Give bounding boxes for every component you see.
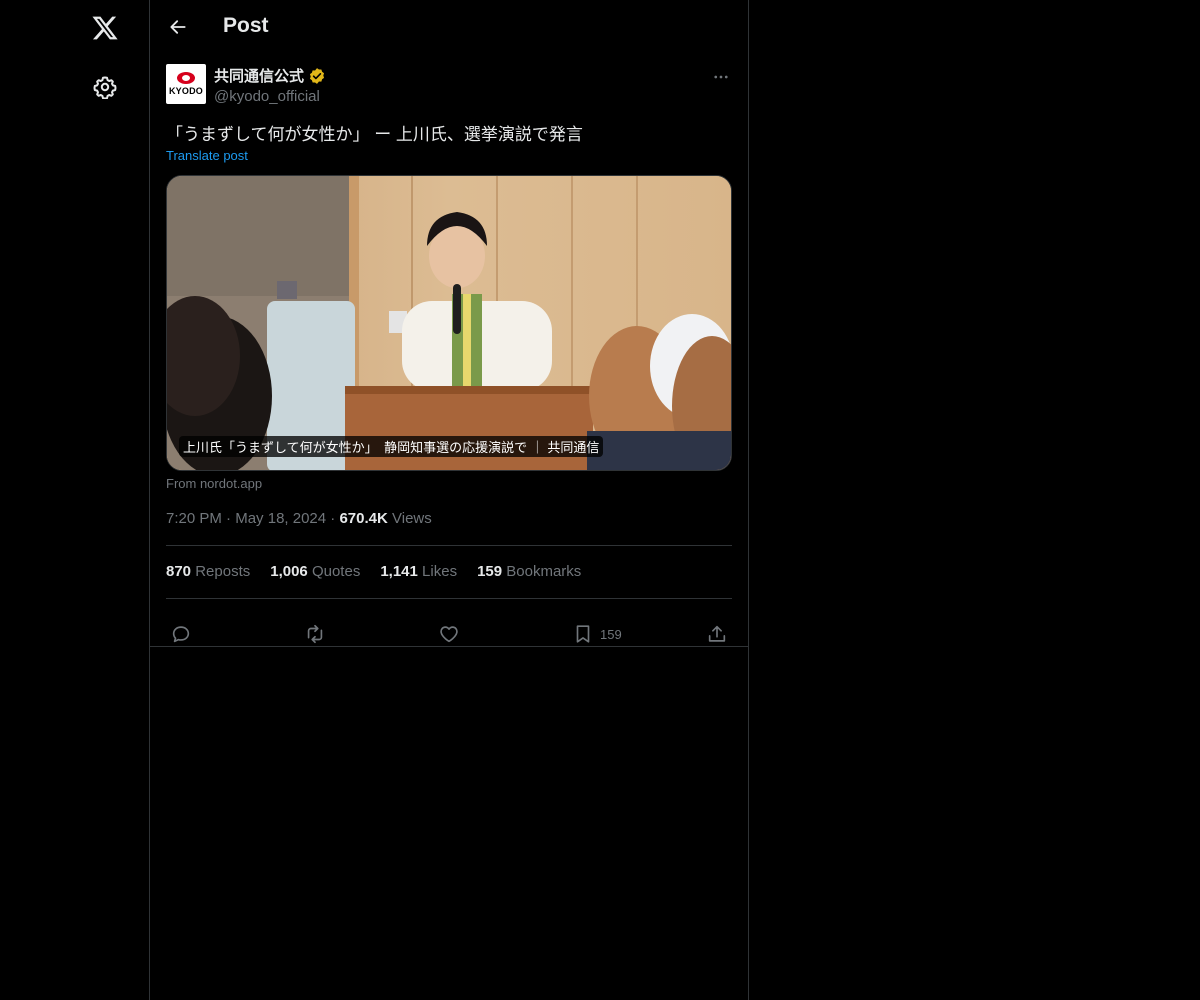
reposts-count: 870 [166, 563, 192, 580]
divider [166, 598, 732, 599]
likes-label: Likes [422, 563, 458, 580]
avatar[interactable]: KYODO [166, 64, 206, 104]
app: Post KYODO 共同通信公式 @kyodo_official 「うまずして… [0, 0, 1200, 1000]
more-options-button[interactable] [710, 66, 732, 88]
likes-count: 1,141 [380, 563, 418, 580]
views-count: 670.4K [339, 510, 388, 527]
author-name-text: 共同通信公式 [214, 68, 305, 85]
bookmarks-label: Bookmarks [506, 563, 582, 580]
repost-button[interactable] [304, 622, 326, 646]
author-handle[interactable]: @kyodo_official [214, 88, 326, 105]
reposts-label: Reposts [195, 563, 251, 580]
x-logo-icon [92, 16, 118, 40]
bookmarks-count: 159 [477, 563, 503, 580]
bookmark-icon [576, 625, 590, 643]
views-label: Views [392, 510, 432, 527]
post-bottom-border [150, 646, 748, 647]
share-icon [708, 625, 726, 642]
arrow-left-icon [170, 20, 186, 34]
reply-button[interactable] [170, 622, 192, 646]
post-text: 「うまずして何が女性か」 ー 上川氏、選挙演説で発言 [166, 125, 583, 144]
main-column: Post KYODO 共同通信公式 @kyodo_official 「うまずして… [149, 0, 749, 1000]
quotes-count: 1,006 [270, 563, 308, 580]
card-image [167, 176, 731, 470]
left-nav [0, 0, 150, 1000]
post-actions: 159 [166, 610, 732, 658]
bookmark-count: 159 [600, 626, 622, 642]
gear-icon [93, 76, 117, 99]
bookmarks-stat[interactable]: 159 Bookmarks [477, 563, 581, 580]
post-time[interactable]: 7:20 PM [166, 510, 222, 527]
card-caption: 上川氏「うまずして何が女性か」 静岡知事選の応援演説で ｜ 共同通信 [179, 436, 604, 457]
meta-separator: · [226, 510, 236, 527]
link-card[interactable]: 上川氏「うまずして何が女性か」 静岡知事選の応援演説で ｜ 共同通信 [166, 175, 732, 471]
author-name[interactable]: 共同通信公式 [214, 65, 326, 86]
translate-post-link[interactable]: Translate post [166, 148, 248, 163]
post-header: Post [150, 0, 748, 54]
share-button[interactable] [706, 622, 728, 646]
author-block: 共同通信公式 @kyodo_official [214, 65, 326, 105]
avatar-logo-text: KYODO [168, 86, 203, 96]
repost-icon [307, 624, 323, 644]
more-horizontal-icon [714, 75, 728, 79]
post-date[interactable]: May 18, 2024 [235, 510, 326, 527]
heart-icon [440, 626, 458, 643]
verified-badge-icon [308, 67, 326, 85]
settings-button[interactable] [85, 67, 125, 107]
quotes-stat[interactable]: 1,006 Quotes [270, 563, 360, 580]
quotes-label: Quotes [311, 563, 361, 580]
reposts-stat[interactable]: 870 Reposts [166, 563, 250, 580]
page-title: Post [223, 14, 269, 37]
divider [166, 545, 732, 546]
reply-icon [172, 626, 190, 643]
back-button[interactable] [162, 11, 194, 43]
likes-stat[interactable]: 1,141 Likes [380, 563, 457, 580]
kyodo-logo-mark [177, 72, 195, 84]
bookmark-button[interactable]: 159 [572, 622, 622, 646]
x-logo-button[interactable] [85, 8, 125, 48]
post-meta: 7:20 PM · May 18, 2024 · 670.4K Views [166, 510, 432, 527]
post-stats: 870 Reposts 1,006 Quotes 1,141 Likes 159… [166, 563, 581, 580]
card-source[interactable]: From nordot.app [166, 476, 262, 491]
like-button[interactable] [438, 622, 460, 646]
